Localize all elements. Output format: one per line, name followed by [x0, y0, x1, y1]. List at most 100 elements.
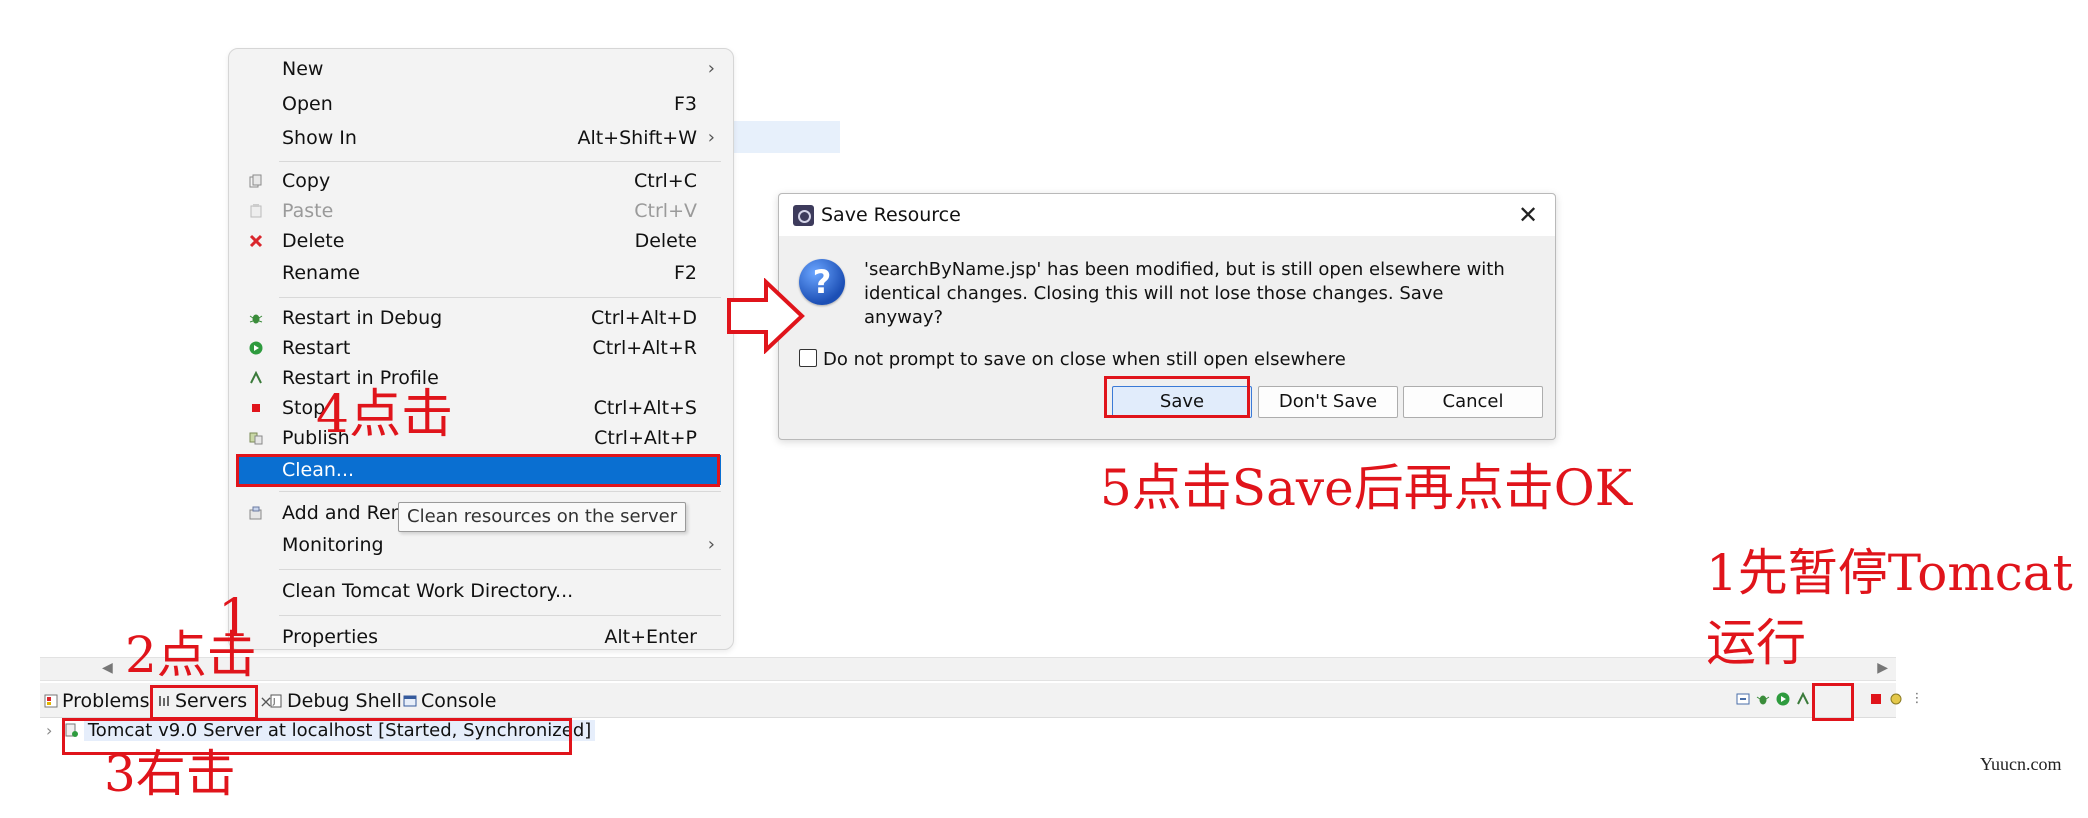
svg-text:J: J	[272, 697, 275, 706]
menu-separator	[279, 161, 721, 162]
publish-icon[interactable]	[1889, 692, 1903, 706]
publish-icon	[249, 431, 263, 445]
prompt-checkbox-row[interactable]: Do not prompt to save on close when stil…	[799, 349, 1346, 370]
chevron-right-icon: ›	[707, 58, 715, 79]
server-context-menu: New › Open F3 Show In Alt+Shift+W › Copy…	[228, 48, 734, 650]
menu-separator	[279, 491, 721, 492]
menu-item-clean-work-dir[interactable]: Clean Tomcat Work Directory...	[229, 576, 733, 606]
menu-item-label: Paste	[282, 200, 334, 222]
menu-item-shortcut: Ctrl+Alt+P	[594, 427, 697, 449]
stop-icon[interactable]	[1869, 692, 1883, 706]
annotation-step5: 5点击Save后再点击OK	[1100, 459, 1633, 517]
run-icon[interactable]	[1776, 692, 1790, 706]
console-icon	[403, 690, 417, 707]
stop-icon	[249, 401, 263, 415]
tooltip: Clean resources on the server	[398, 502, 687, 532]
menu-item-label: Show In	[282, 127, 357, 149]
add-remove-icon	[249, 506, 263, 520]
prompt-checkbox-label: Do not prompt to save on close when stil…	[823, 349, 1346, 370]
debug-shell-icon: J	[269, 690, 283, 708]
menu-item-shortcut: Ctrl+Alt+S	[593, 397, 697, 419]
menu-item-label: Rename	[282, 262, 360, 284]
eclipse-app-icon	[793, 205, 814, 226]
watermark: Yuucn.com	[1980, 754, 2062, 774]
menu-item-label: Copy	[282, 170, 331, 192]
view-menu-icon[interactable]: ⋮	[1910, 692, 1924, 706]
debug-bug-icon	[249, 311, 263, 325]
annotation-box-clean	[236, 454, 720, 487]
tab-label: Debug Shell	[287, 690, 402, 712]
menu-item-shortcut: Ctrl+C	[634, 170, 697, 192]
tab-debug-shell[interactable]: J Debug Shell	[269, 689, 402, 713]
menu-item-label: Open	[282, 93, 333, 115]
menu-item-open[interactable]: Open F3	[229, 89, 733, 119]
menu-item-shortcut: F2	[673, 262, 697, 284]
menu-item-shortcut: F3	[673, 93, 697, 115]
dialog-title-bar: Save Resource ✕	[779, 194, 1555, 236]
menu-item-rename[interactable]: Rename F2	[229, 258, 733, 288]
tab-problems[interactable]: Problems	[44, 689, 150, 713]
menu-item-shortcut: Alt+Enter	[604, 626, 697, 648]
tab-label: Problems	[62, 690, 150, 712]
menu-item-new[interactable]: New ›	[229, 54, 733, 84]
annotation-mark-1: 1	[218, 589, 252, 649]
dont-save-button[interactable]: Don't Save	[1258, 386, 1398, 418]
menu-item-label: Monitoring	[282, 534, 384, 556]
tab-label: Console	[421, 690, 497, 712]
menu-item-shortcut: Delete	[634, 230, 697, 252]
menu-item-label: Restart in Debug	[282, 307, 443, 329]
annotation-box-save	[1104, 376, 1250, 418]
scroll-left-icon[interactable]: ◀	[102, 660, 113, 676]
menu-item-delete[interactable]: Delete Delete	[229, 226, 733, 256]
menu-item-label: Delete	[282, 230, 345, 252]
menu-item-shortcut: Ctrl+Alt+R	[592, 337, 697, 359]
menu-item-label: Add and Rem	[282, 502, 410, 524]
dialog-title: Save Resource	[821, 204, 961, 226]
profile-icon	[249, 370, 263, 385]
menu-item-copy[interactable]: Copy Ctrl+C	[229, 166, 733, 196]
scroll-right-icon[interactable]: ▶	[1877, 660, 1888, 676]
menu-item-label: Clean Tomcat Work Directory...	[282, 580, 574, 602]
menu-item-shortcut: Ctrl+Alt+D	[590, 307, 697, 329]
annotation-step1-line1: 1先暂停Tomcat	[1706, 544, 2073, 602]
paste-icon	[249, 204, 263, 218]
close-icon[interactable]: ✕	[1513, 200, 1543, 230]
menu-separator	[279, 615, 721, 616]
cancel-button[interactable]: Cancel	[1403, 386, 1543, 418]
menu-item-label: Properties	[282, 626, 379, 648]
annotation-box-servers-tab	[150, 685, 258, 720]
menu-item-shortcut: Ctrl+V	[634, 200, 697, 222]
horizontal-scrollbar[interactable]: ◀ ▶	[40, 657, 1896, 681]
menu-item-restart-profile[interactable]: Restart in Profile	[229, 363, 733, 393]
menu-item-label: Restart	[282, 337, 351, 359]
debug-bug-icon[interactable]	[1756, 692, 1770, 706]
menu-separator	[279, 569, 721, 570]
menu-item-stop[interactable]: Stop Ctrl+Alt+S	[229, 393, 733, 423]
run-icon	[249, 341, 263, 355]
menu-item-shortcut: Alt+Shift+W	[577, 127, 697, 149]
menu-item-show-in[interactable]: Show In Alt+Shift+W ›	[229, 123, 733, 153]
copy-icon	[249, 174, 263, 188]
chevron-right-icon: ›	[707, 534, 715, 555]
menu-item-label: New	[282, 58, 324, 80]
annotation-step3: 3右击	[104, 745, 236, 803]
menu-item-paste[interactable]: Paste Ctrl+V	[229, 196, 733, 226]
menu-item-monitoring[interactable]: Monitoring ›	[229, 530, 733, 560]
red-arrow-icon	[727, 278, 805, 354]
menu-item-properties[interactable]: Properties Alt+Enter	[229, 622, 733, 649]
tab-console[interactable]: Console	[403, 689, 496, 713]
menu-item-publish[interactable]: Publish Ctrl+Alt+P	[229, 423, 733, 453]
annotation-box-stop	[1812, 683, 1854, 721]
menu-separator	[279, 297, 721, 298]
problems-icon	[44, 690, 58, 708]
collapse-all-icon[interactable]	[1736, 692, 1750, 706]
profile-icon[interactable]	[1796, 691, 1810, 706]
expand-chevron-icon[interactable]: ›	[46, 721, 52, 740]
view-tab-bar: Problems Servers × J Debug Shell Console …	[40, 683, 1924, 718]
chevron-right-icon: ›	[707, 127, 715, 148]
delete-x-icon	[249, 234, 263, 248]
annotation-step1-line2: 运行	[1706, 614, 1806, 672]
menu-item-restart[interactable]: Restart Ctrl+Alt+R	[229, 333, 733, 363]
annotation-step4: 4点击	[316, 385, 454, 445]
menu-item-restart-debug[interactable]: Restart in Debug Ctrl+Alt+D	[229, 303, 733, 333]
